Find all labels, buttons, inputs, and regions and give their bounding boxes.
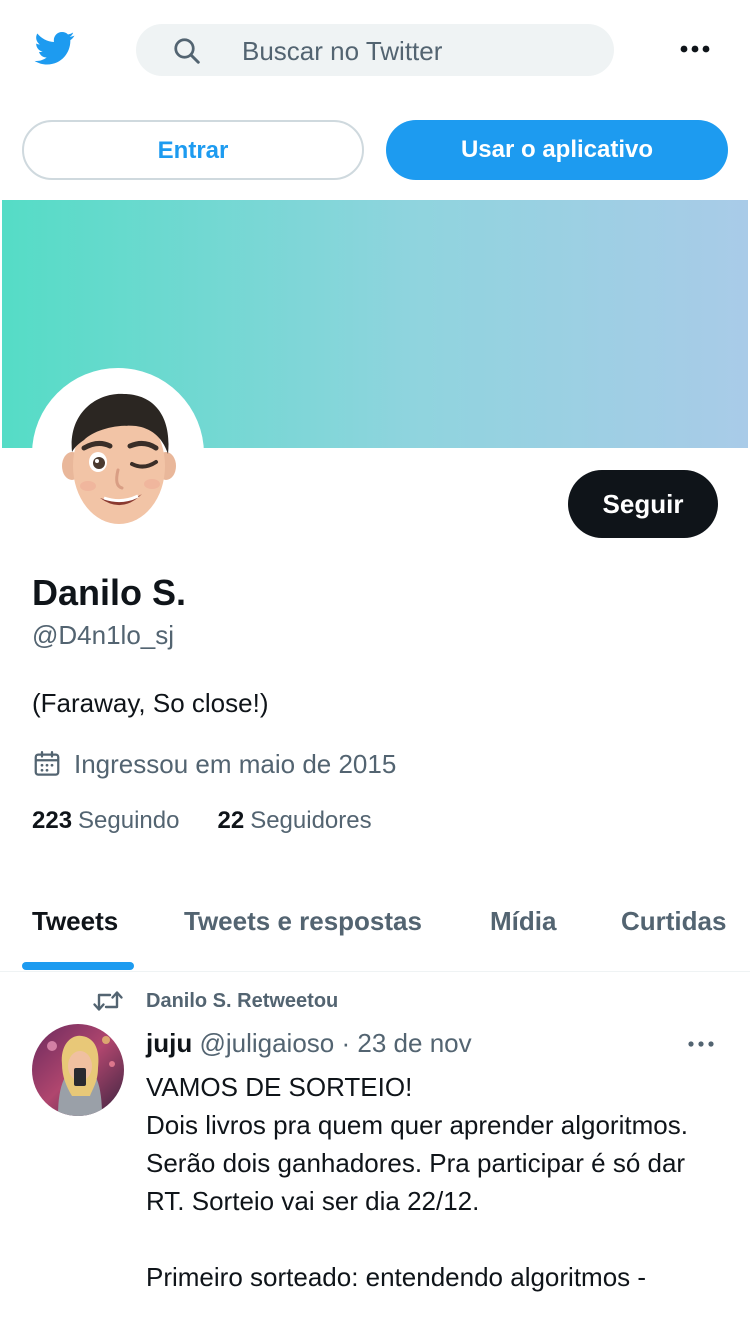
tweet-date[interactable]: 23 de nov xyxy=(357,1028,471,1058)
use-app-button[interactable]: Usar o aplicativo xyxy=(386,120,728,180)
profile-bio: (Faraway, So close!) xyxy=(32,688,269,718)
retweet-context: Danilo S. Retweetou xyxy=(92,986,338,1016)
profile-avatar[interactable] xyxy=(32,368,204,540)
followers-link[interactable]: 22 Seguidores xyxy=(217,806,371,836)
following-count: 223 xyxy=(32,807,73,834)
tab-media[interactable]: Mídia xyxy=(490,904,556,938)
search-bar[interactable]: Buscar no Twitter xyxy=(136,24,614,76)
calendar-icon xyxy=(34,751,60,776)
retweet-label[interactable]: Danilo S. Retweetou xyxy=(146,990,338,1013)
search-placeholder: Buscar no Twitter xyxy=(242,36,443,66)
follow-counts: 223 Seguindo 22 Seguidores xyxy=(32,806,372,836)
tweet-author-handle[interactable]: @juligaioso xyxy=(199,1028,334,1058)
following-link[interactable]: 223 Seguindo xyxy=(32,806,179,836)
join-date: Ingressou em maio de 2015 xyxy=(32,748,396,780)
tab-tweets[interactable]: Tweets xyxy=(32,904,118,938)
profile-handle: @D4n1lo_sj xyxy=(32,620,175,650)
tab-likes[interactable]: Curtidas xyxy=(621,904,726,938)
join-date-text: Ingressou em maio de 2015 xyxy=(74,748,397,779)
following-label: Seguindo xyxy=(78,807,180,834)
profile-tabs: Tweets Tweets e respostas Mídia Curtidas xyxy=(0,880,750,972)
tweet-author-name[interactable]: juju xyxy=(146,1028,192,1058)
followers-label: Seguidores xyxy=(250,807,372,834)
tweet-text: VAMOS DE SORTEIO! Dois livros pra quem q… xyxy=(146,1072,688,1292)
active-tab-indicator xyxy=(22,962,134,970)
search-icon xyxy=(174,38,200,64)
tweet-header: juju @juligaioso · 23 de nov xyxy=(146,1026,472,1060)
twitter-bird-icon[interactable] xyxy=(32,28,78,68)
tab-tweets-replies[interactable]: Tweets e respostas xyxy=(184,904,422,938)
profile-name: Danilo S. xyxy=(32,572,187,613)
login-button[interactable]: Entrar xyxy=(22,120,364,180)
tweet-separator: · xyxy=(341,1028,351,1058)
retweet-icon xyxy=(93,991,123,1011)
tweet-author-avatar[interactable] xyxy=(32,1024,124,1116)
top-bar: Buscar no Twitter xyxy=(0,0,750,100)
memoji-avatar-image xyxy=(38,374,198,534)
more-horizontal-icon[interactable] xyxy=(678,34,712,64)
follow-button[interactable]: Seguir xyxy=(568,470,718,538)
followers-count: 22 xyxy=(217,807,245,834)
tweet-more-icon[interactable] xyxy=(686,1032,716,1056)
author-photo xyxy=(32,1024,124,1116)
